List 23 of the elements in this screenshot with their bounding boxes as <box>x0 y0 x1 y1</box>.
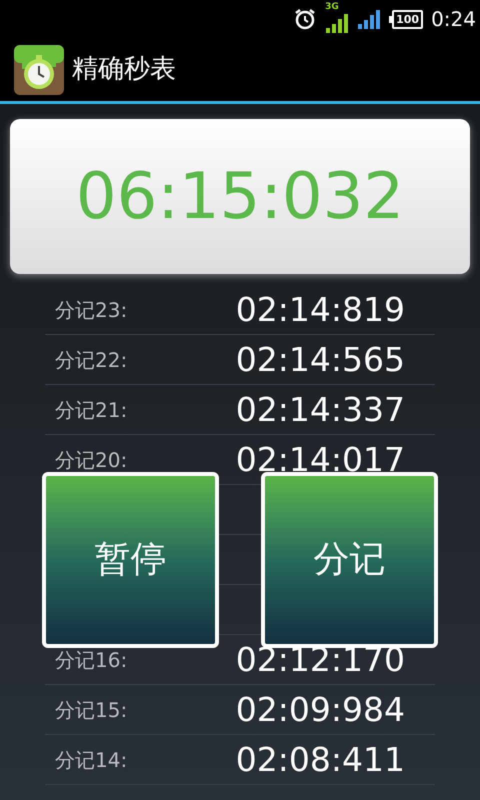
alarm-icon <box>293 7 318 31</box>
app-title: 精确秒表 <box>72 53 176 86</box>
lap-time: 02:08:411 <box>236 743 405 776</box>
lap-button[interactable]: 分记 <box>261 472 438 648</box>
lap-label: 分记15: <box>55 696 128 724</box>
pause-button[interactable]: 暂停 <box>42 472 219 648</box>
lap-time: 02:09:984 <box>236 693 405 726</box>
lap-label: 分记20: <box>55 446 128 474</box>
battery-level: 100 <box>392 10 424 28</box>
app-icon <box>14 44 64 94</box>
network-label: 3G <box>325 3 339 12</box>
signal-icon <box>357 9 382 29</box>
lap-time: 02:14:337 <box>236 393 405 426</box>
lap-label: 分记14: <box>55 746 128 774</box>
timer-display: 06:15:032 <box>76 164 404 228</box>
lap-label: 分记23: <box>55 296 128 324</box>
lap-label: 分记21: <box>55 396 128 424</box>
clock-time: 0:24 <box>431 6 476 33</box>
signal-icon <box>325 13 350 33</box>
lap-label: 分记16: <box>55 646 128 674</box>
lap-label: 分记22: <box>55 346 128 374</box>
lap-time: 02:14:565 <box>236 343 405 376</box>
lap-time: 02:14:819 <box>236 293 405 326</box>
